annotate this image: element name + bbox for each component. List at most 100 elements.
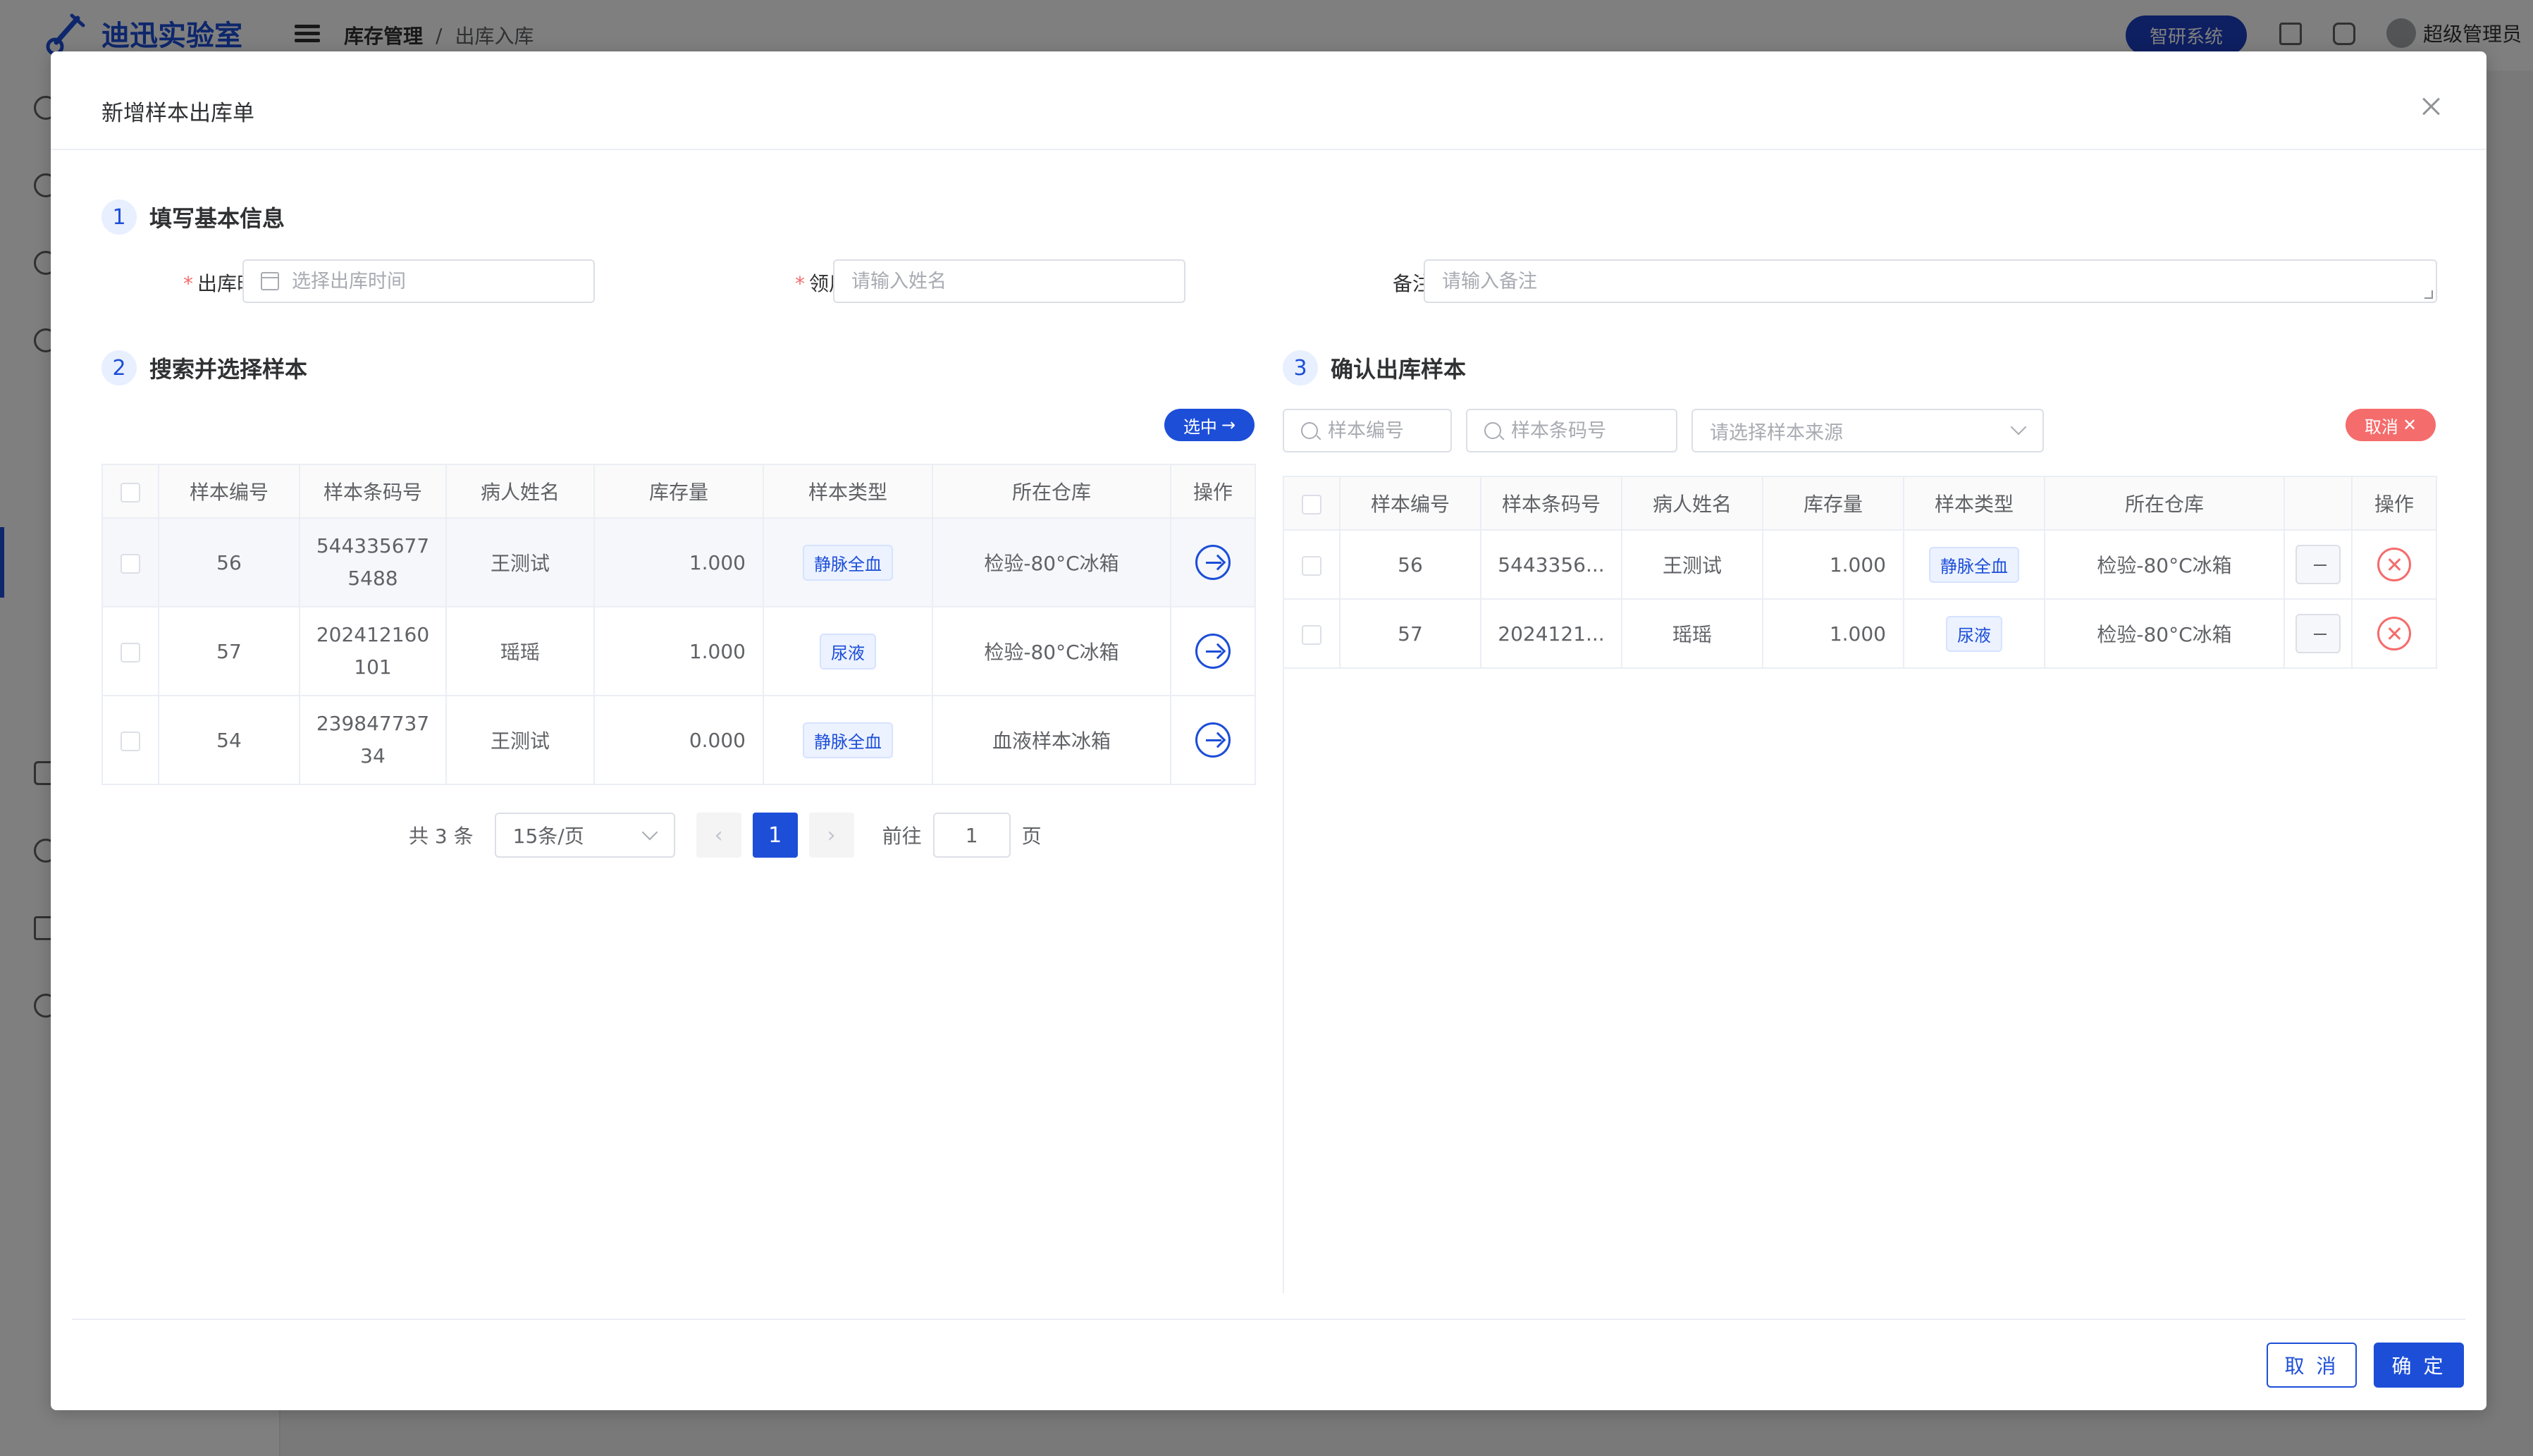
patient-cell: 王测试	[1621, 529, 1763, 600]
page-size-select[interactable]: 15条/页	[494, 813, 675, 858]
chevron-down-icon	[2010, 419, 2027, 436]
column-header: 样本类型	[1903, 476, 2045, 531]
patient-cell: 瑶瑶	[445, 606, 595, 696]
patient-cell: 王测试	[445, 695, 595, 785]
table-row[interactable]: 56 5443356775488 王测试 1.000 静脉全血 检验-80°C冰…	[101, 517, 1256, 607]
column-header: 病人姓名	[1621, 476, 1763, 531]
column-header: 库存量	[593, 464, 764, 519]
sample-id-cell: 56	[1339, 529, 1481, 600]
table-row[interactable]: 57 202412160101 瑶瑶 1.000 尿液 检验-80°C冰箱	[101, 606, 1256, 696]
sample-id-search-input[interactable]	[1328, 410, 1450, 451]
step3-number: 3	[1283, 350, 1318, 385]
table-row[interactable]: 54 23984773734 王测试 0.000 静脉全血 血液样本冰箱	[101, 695, 1256, 785]
remove-circle-icon[interactable]	[2377, 617, 2411, 650]
barcode-search-input[interactable]	[1511, 410, 1676, 451]
row-checkbox[interactable]	[121, 553, 140, 574]
close-icon[interactable]	[2419, 94, 2444, 119]
remark-label: 备注	[1392, 272, 1432, 295]
outbound-time-input[interactable]	[292, 261, 593, 302]
table-row[interactable]: 57 2024121... 瑶瑶 1.000 尿液 检验-80°C冰箱	[1283, 598, 2437, 669]
next-page-button[interactable]: ›	[808, 813, 854, 858]
page-number-button[interactable]: 1	[752, 813, 798, 858]
select-all-checkbox[interactable]	[121, 482, 140, 502]
dialog-footer-divider	[72, 1319, 2465, 1320]
column-header: 操作	[1170, 464, 1256, 519]
sample-type-tag: 静脉全血	[803, 544, 893, 581]
remove-selected-button[interactable]: 取消 ✕	[2346, 409, 2436, 441]
sample-id-cell: 54	[158, 695, 300, 785]
close-icon: ✕	[2402, 415, 2417, 435]
remark-field[interactable]	[1424, 259, 2437, 303]
sample-type-tag: 尿液	[1946, 615, 2002, 652]
warehouse-cell: 血液样本冰箱	[932, 695, 1171, 785]
stock-cell: 0.000	[593, 695, 764, 785]
resize-handle-icon[interactable]	[2424, 290, 2433, 299]
step2-title: 搜索并选择样本	[149, 356, 308, 383]
table-row[interactable]: 56 5443356... 王测试 1.000 静脉全血 检验-80°C冰箱	[1283, 529, 2437, 600]
step3-title: 确认出库样本	[1331, 356, 1467, 383]
column-header: 样本类型	[763, 464, 933, 519]
search-icon	[1484, 422, 1501, 439]
warehouse-cell: 检验-80°C冰箱	[2044, 529, 2285, 600]
column-header: 库存量	[1762, 476, 1904, 531]
recipient-field[interactable]	[833, 259, 1185, 303]
column-header: 样本编号	[1339, 476, 1481, 531]
stock-cell: 1.000	[593, 606, 764, 696]
select-all-checkbox[interactable]	[1302, 494, 1321, 514]
column-header: 病人姓名	[445, 464, 595, 519]
confirmed-search-barcode[interactable]	[1466, 409, 1677, 452]
step1-title: 填写基本信息	[149, 205, 285, 232]
dialog-header: 新增样本出库单	[51, 51, 2486, 150]
row-checkbox[interactable]	[121, 642, 140, 662]
prev-page-button[interactable]: ‹	[696, 813, 741, 858]
sample-id-cell: 57	[1339, 598, 1481, 669]
row-checkbox[interactable]	[1302, 555, 1321, 576]
table-header-row: 样本编号 样本条码号 病人姓名 库存量 样本类型 所在仓库 操作	[101, 464, 1256, 519]
warehouse-cell: 检验-80°C冰箱	[932, 606, 1171, 696]
step2-header: 2 搜索并选择样本	[101, 350, 307, 385]
warehouse-cell: 检验-80°C冰箱	[932, 517, 1171, 607]
arrow-right-circle-icon[interactable]	[1195, 634, 1231, 669]
step1-header: 1 填写基本信息	[101, 199, 285, 235]
barcode-cell: 202412160101	[299, 606, 447, 696]
column-header: 样本编号	[158, 464, 300, 519]
search-icon	[1301, 422, 1318, 439]
arrow-right-circle-icon[interactable]	[1195, 545, 1231, 580]
confirm-button[interactable]: 确 定	[2374, 1343, 2464, 1388]
stock-cell: 1.000	[1762, 529, 1904, 600]
chevron-down-icon	[641, 824, 658, 841]
remove-circle-icon[interactable]	[2377, 548, 2411, 581]
dialog-title: 新增样本出库单	[101, 101, 254, 126]
remark-textarea[interactable]	[1442, 261, 2436, 302]
sample-source-select[interactable]: 请选择样本来源	[1691, 409, 2044, 452]
step2-number: 2	[101, 350, 137, 385]
column-header: 所在仓库	[932, 464, 1171, 519]
barcode-cell: 5443356...	[1480, 529, 1622, 600]
quantity-decrease-button[interactable]	[2295, 545, 2341, 584]
row-checkbox[interactable]	[1302, 624, 1321, 645]
column-header: 操作	[2351, 476, 2437, 531]
column-header: 样本条码号	[299, 464, 447, 519]
arrow-right-circle-icon[interactable]	[1195, 722, 1231, 758]
add-sample-outbound-dialog: 新增样本出库单 1 填写基本信息 *出库时间 *领用人 备注 2 搜索并选择样本…	[51, 51, 2486, 1410]
sample-type-tag: 尿液	[820, 633, 876, 670]
stock-cell: 1.000	[593, 517, 764, 607]
row-checkbox[interactable]	[121, 731, 140, 751]
step3-header: 3 确认出库样本	[1283, 350, 1466, 385]
patient-cell: 瑶瑶	[1621, 598, 1763, 669]
page-unit-label: 页	[1021, 825, 1042, 848]
sample-type-tag: 静脉全血	[1929, 546, 2019, 583]
cancel-button[interactable]: 取 消	[2267, 1343, 2357, 1388]
goto-page-input[interactable]: 1	[932, 813, 1011, 858]
confirmed-search-id[interactable]	[1283, 409, 1452, 452]
quantity-decrease-button[interactable]	[2295, 614, 2341, 653]
barcode-cell: 2024121...	[1480, 598, 1622, 669]
select-to-right-button[interactable]: 选中 →	[1164, 409, 1255, 441]
recipient-input[interactable]	[851, 261, 1184, 302]
barcode-cell: 23984773734	[299, 695, 447, 785]
sample-id-cell: 56	[158, 517, 300, 607]
patient-cell: 王测试	[445, 517, 595, 607]
outbound-time-picker[interactable]	[242, 259, 595, 303]
pagination-total: 共 3 条	[409, 825, 474, 848]
sample-type-tag: 静脉全血	[803, 722, 893, 758]
